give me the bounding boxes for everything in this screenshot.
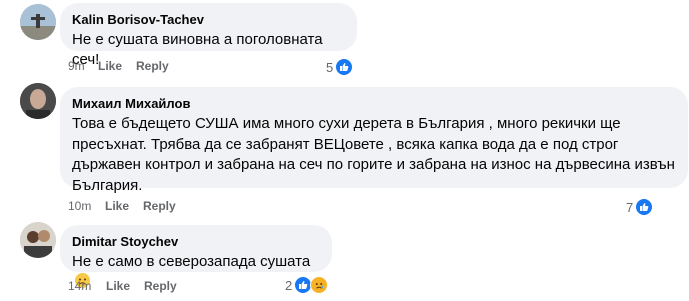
comment-timestamp[interactable]: 10m	[68, 199, 105, 213]
comment-bubble: Kalin Borisov-Tachev Не е сушата виновна…	[60, 3, 357, 68]
reaction-summary[interactable]: 5	[326, 58, 354, 76]
reaction-count: 2	[285, 277, 293, 293]
reaction-count: 7	[626, 199, 634, 215]
comment-actions: 9m Like Reply	[68, 59, 169, 73]
reply-button[interactable]: Reply	[143, 199, 176, 213]
comment-actions: 14m Like Reply	[68, 279, 177, 293]
comment-bubble: Dimitar Stoychev Не е само в северозапад…	[60, 225, 332, 288]
reply-button[interactable]: Reply	[136, 59, 169, 73]
avatar-photo-icon	[20, 222, 56, 258]
like-button[interactable]: Like	[106, 279, 144, 293]
avatar-photo-icon	[20, 83, 56, 119]
avatar-photo-icon	[20, 4, 56, 40]
reaction-count: 5	[326, 59, 334, 75]
like-icon	[635, 198, 654, 216]
comment-timestamp[interactable]: 9m	[68, 59, 98, 73]
comment-bubble: Михаил Михайлов Това е бъдещето СУША има…	[60, 87, 688, 194]
comment-text-content: Не е само в северозапада сушата	[72, 253, 311, 270]
comment-author[interactable]: Михаил Михайлов	[72, 95, 676, 112]
like-button[interactable]: Like	[98, 59, 136, 73]
sad-icon	[310, 276, 329, 294]
comment-timestamp[interactable]: 14m	[68, 279, 106, 293]
like-icon	[335, 58, 354, 76]
comment-actions: 10m Like Reply	[68, 199, 176, 213]
like-button[interactable]: Like	[105, 199, 143, 213]
avatar[interactable]	[20, 4, 56, 40]
reply-button[interactable]: Reply	[144, 279, 177, 293]
comment-author[interactable]: Dimitar Stoychev	[72, 233, 320, 250]
comment-text: Това е бъдещето СУША има много сухи дере…	[72, 115, 680, 194]
avatar[interactable]	[20, 222, 56, 258]
reaction-summary[interactable]: 2	[285, 276, 329, 294]
comment-author[interactable]: Kalin Borisov-Tachev	[72, 11, 345, 28]
reaction-summary[interactable]: 7	[626, 198, 654, 216]
avatar[interactable]	[20, 83, 56, 119]
